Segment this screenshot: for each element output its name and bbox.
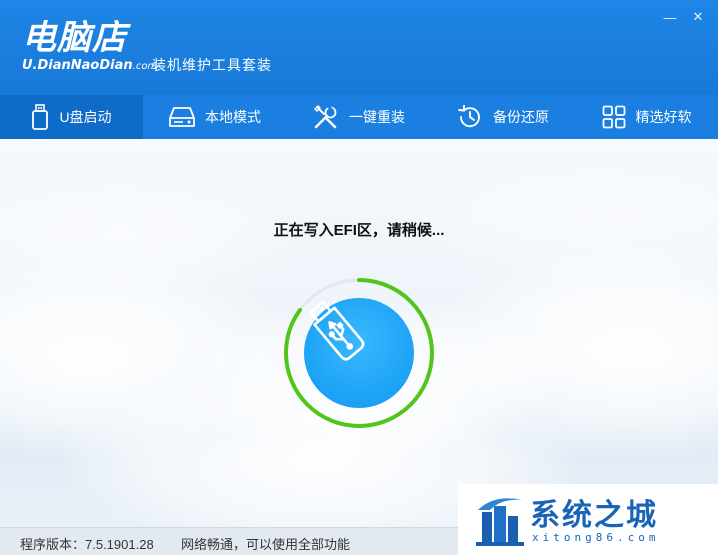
hard-disk-icon bbox=[169, 107, 195, 127]
watermark-url: xitong86.com bbox=[532, 531, 660, 544]
history-icon bbox=[458, 104, 480, 128]
minimize-button[interactable]: — bbox=[656, 6, 684, 28]
tab-label: 一键重装 bbox=[349, 109, 405, 125]
tab-u-disk-boot[interactable]: U盘启动 bbox=[0, 95, 143, 139]
usb-badge bbox=[304, 298, 414, 408]
status-message: 正在写入EFI区，请稍候... bbox=[273, 222, 445, 239]
usb-icon bbox=[309, 300, 365, 361]
tab-featured-software[interactable]: 精选好软 bbox=[575, 95, 718, 139]
close-button[interactable]: ✕ bbox=[684, 6, 712, 28]
tab-label: 备份还原 bbox=[493, 109, 549, 125]
title-bar: 电脑店 U.DianNaoDian.com 装机维护工具套装 — ✕ bbox=[0, 0, 718, 95]
tab-label: 本地模式 bbox=[205, 109, 261, 125]
castle-icon bbox=[476, 498, 524, 546]
tab-local-mode[interactable]: 本地模式 bbox=[143, 95, 287, 139]
tab-one-click-reinstall[interactable]: 一键重装 bbox=[287, 95, 431, 139]
brand-url: U.DianNaoDian.com bbox=[22, 58, 158, 73]
tab-label: 精选好软 bbox=[635, 109, 692, 125]
app-window: 电脑店 U.DianNaoDian.com 装机维护工具套装 — ✕ U盘启动 bbox=[0, 0, 718, 555]
brand-logo: 电脑店 U.DianNaoDian.com bbox=[22, 18, 157, 75]
watermark-logo: 系统之城 xitong86.com bbox=[458, 484, 718, 555]
brand-subtitle: 装机维护工具套装 bbox=[152, 57, 272, 73]
main-nav: U盘启动 本地模式 一键重装 备份还原 精选好软 bbox=[0, 95, 718, 139]
tab-label: U盘启动 bbox=[59, 109, 112, 125]
main-content: 正在写入EFI区，请稍候... bbox=[0, 139, 718, 527]
network-status-text: 网络畅通，可以使用全部功能 bbox=[181, 537, 351, 552]
version-text: 程序版本：7.5.1901.28 bbox=[20, 537, 154, 552]
watermark-text: 系统之城 bbox=[530, 498, 658, 533]
progress-ring bbox=[283, 277, 435, 429]
window-controls: — ✕ bbox=[656, 6, 712, 28]
tab-backup-restore[interactable]: 备份还原 bbox=[431, 95, 575, 139]
brand-title: 电脑店 bbox=[22, 18, 127, 58]
tools-icon bbox=[314, 104, 337, 129]
apps-grid-icon bbox=[602, 105, 625, 129]
usb-drive-icon bbox=[32, 104, 49, 130]
